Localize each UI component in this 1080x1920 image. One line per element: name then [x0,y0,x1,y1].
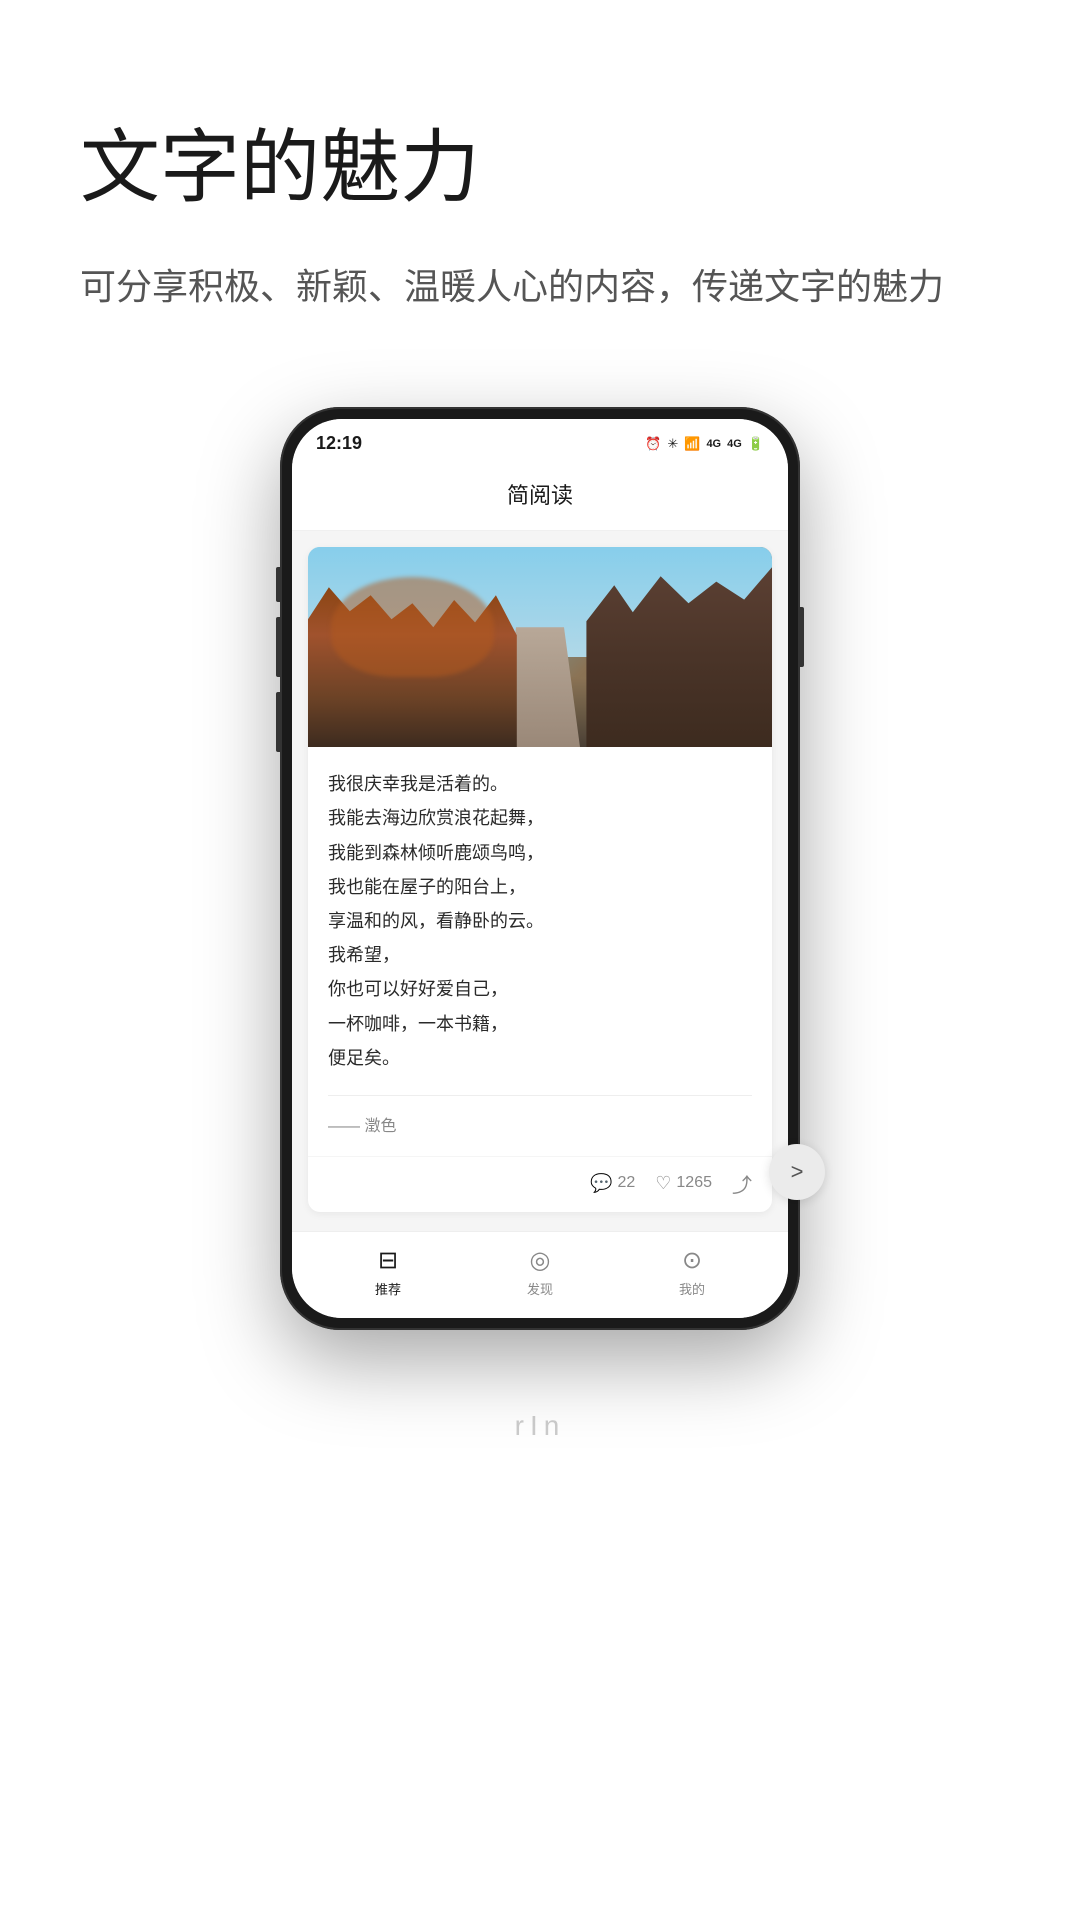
status-time: 12:19 [316,433,362,454]
wifi-icon: 📶 [684,436,700,452]
like-count: 1265 [676,1174,712,1192]
status-icons: ⏰ ✳ 📶 4G 4G 🔋 [645,436,764,452]
poem-line-1: 我很庆幸我是活着的。 [328,767,752,801]
app-titlebar: 简阅读 [292,462,788,531]
volume-up-button [276,617,280,677]
poem-line-3: 我能到森林倾听鹿颂鸟鸣， [328,836,752,870]
app-title: 简阅读 [507,483,573,508]
battery-icon: 🔋 [748,436,764,452]
alarm-icon: ⏰ [645,436,661,452]
card-poem-text: 我很庆幸我是活着的。 我能去海边欣赏浪花起舞， 我能到森林倾听鹿颂鸟鸣， 我也能… [308,747,772,1156]
nav-item-profile[interactable]: ⊙ 我的 [616,1246,768,1298]
profile-icon: ⊙ [682,1246,702,1275]
share-action[interactable]: ⤴ [732,1169,752,1198]
poem-line-6: 我希望， [328,938,752,972]
mute-button [276,567,280,602]
nav-item-discover[interactable]: ◎ 发现 [464,1246,616,1298]
bottom-brand: rIn [80,1410,1000,1442]
nav-label-recommend: 推荐 [375,1279,401,1298]
phone-outer: 12:19 ⏰ ✳ 📶 4G 4G 🔋 简阅读 [280,407,800,1330]
volume-down-button [276,692,280,752]
nav-label-profile: 我的 [679,1279,705,1298]
comment-action[interactable]: 💬 22 [590,1173,635,1194]
phone-wrapper: 12:19 ⏰ ✳ 📶 4G 4G 🔋 简阅读 [280,407,800,1330]
power-button [800,607,804,667]
next-arrow-button[interactable]: > [769,1144,825,1200]
poem-line-8: 一杯咖啡，一本书籍， [328,1007,752,1041]
poem-line-7: 你也可以好好爱自己， [328,972,752,1006]
comment-count: 22 [617,1174,635,1192]
app-content[interactable]: 我很庆幸我是活着的。 我能去海边欣赏浪花起舞， 我能到森林倾听鹿颂鸟鸣， 我也能… [292,531,788,1231]
status-bar: 12:19 ⏰ ✳ 📶 4G 4G 🔋 [292,419,788,462]
page-subtitle: 可分享积极、新颖、温暖人心的内容，传递文字的魅力 [80,256,1000,317]
like-icon: ♡ [655,1173,671,1194]
poem-author: —— 澂色 [328,1095,752,1136]
comment-icon: 💬 [590,1173,612,1194]
poem-line-2: 我能去海边欣赏浪花起舞， [328,801,752,835]
like-action[interactable]: ♡ 1265 [655,1173,712,1194]
share-icon: ⤴ [732,1169,752,1198]
poem-line-5: 享温和的风，看静卧的云。 [328,904,752,938]
bottom-nav: ⊟ 推荐 ◎ 发现 ⊙ 我的 [292,1231,788,1318]
discover-icon: ◎ [530,1246,551,1275]
nav-item-recommend[interactable]: ⊟ 推荐 [312,1246,464,1298]
bottom-text-area: rIn [0,1330,1080,1482]
signal-4g-icon: 4G [706,438,721,450]
page-title: 文字的魅力 [80,120,1000,216]
phone-mockup-container: 12:19 ⏰ ✳ 📶 4G 4G 🔋 简阅读 [0,407,1080,1330]
page-header: 文字的魅力 可分享积极、新颖、温暖人心的内容，传递文字的魅力 [0,0,1080,377]
phone-inner: 12:19 ⏰ ✳ 📶 4G 4G 🔋 简阅读 [292,419,788,1318]
autumn-foliage-layer [331,577,493,677]
content-card[interactable]: 我很庆幸我是活着的。 我能去海边欣赏浪花起舞， 我能到森林倾听鹿颂鸟鸣， 我也能… [308,547,772,1212]
nav-label-discover: 发现 [527,1279,553,1298]
bluetooth-icon: ✳ [667,436,678,452]
arrow-right-icon: > [791,1159,804,1185]
signal-4g-2-icon: 4G [727,438,742,450]
card-actions: 💬 22 ♡ 1265 ⤴ [308,1156,772,1212]
card-image [308,547,772,747]
recommend-icon: ⊟ [378,1246,398,1275]
poem-line-4: 我也能在屋子的阳台上， [328,870,752,904]
poem-line-9: 便足矣。 [328,1041,752,1075]
